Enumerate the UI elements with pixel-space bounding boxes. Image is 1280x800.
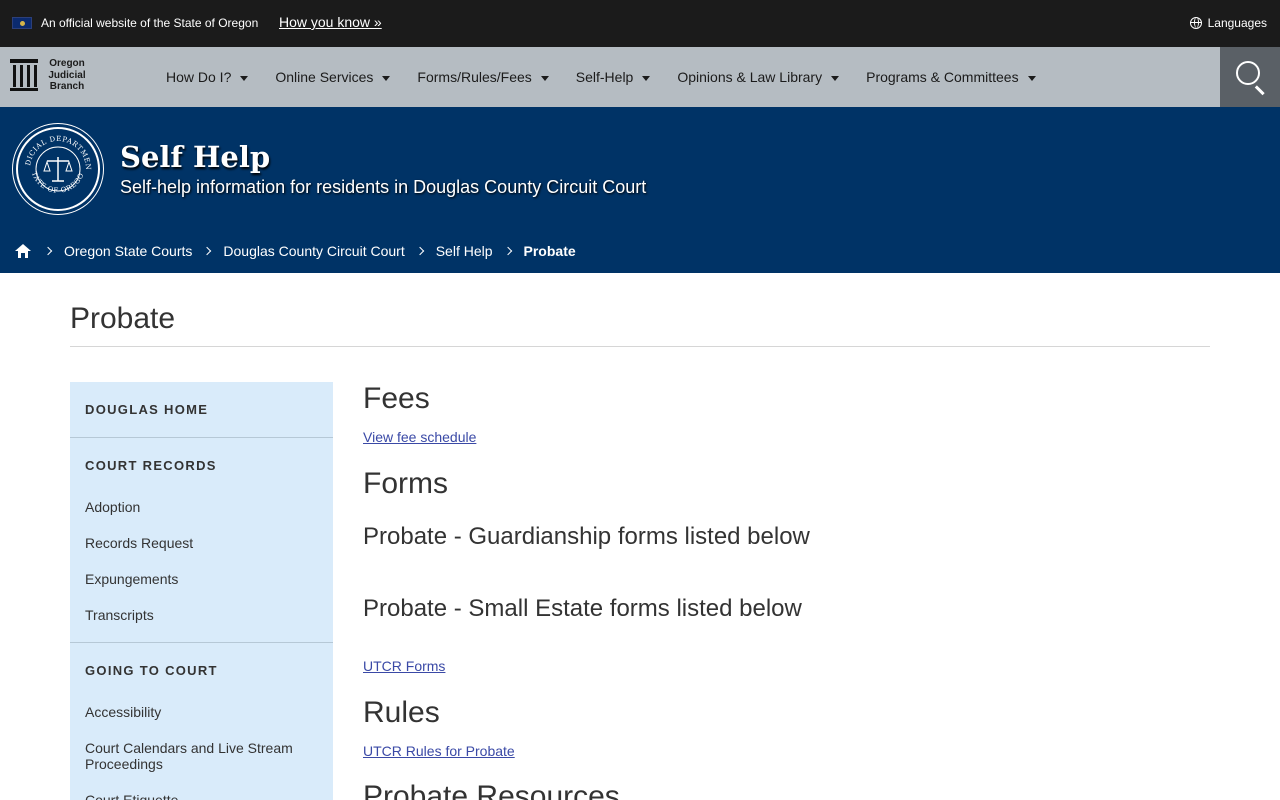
sidebar-item-expungements[interactable]: Expungements (70, 571, 333, 587)
sidebar-item-adoption[interactable]: Adoption (70, 499, 333, 515)
languages-button[interactable]: Languages (1189, 16, 1267, 30)
hero-title: Self Help (120, 140, 271, 174)
rules-heading: Rules (363, 696, 440, 729)
breadcrumb-self-help[interactable]: Self Help (436, 243, 493, 259)
chevron-right-icon (43, 246, 53, 256)
site-logo-text[interactable]: Oregon Judicial Branch (45, 58, 89, 93)
page-title: Probate (70, 302, 176, 335)
oregon-flag-icon (12, 17, 32, 29)
sidebar-item-accessibility[interactable]: Accessibility (70, 704, 333, 720)
fee-schedule-link[interactable]: View fee schedule (363, 429, 476, 445)
utcr-rules-probate-link[interactable]: UTCR Rules for Probate (363, 743, 515, 759)
judicial-seal-icon: JUDICIAL DEPARTMENT STATE OF OREGON (16, 127, 100, 211)
chevron-right-icon (203, 246, 212, 256)
how-you-know-link[interactable]: How you know » (279, 14, 382, 30)
breadcrumb-current: Probate (523, 243, 576, 259)
official-banner: An official website of the State of Oreg… (0, 0, 1280, 47)
page-hero: JUDICIAL DEPARTMENT STATE OF OREGON Self… (0, 107, 1280, 273)
nav-item-forms-rules-fees[interactable]: Forms/Rules/Fees (417, 69, 549, 85)
forms-heading: Forms (363, 467, 448, 500)
sidebar-heading-court-records[interactable]: COURT RECORDS (70, 458, 333, 473)
caret-down-icon (240, 76, 249, 81)
probate-resources-heading: Probate Resources (363, 780, 620, 800)
sidebar-item-records-request[interactable]: Records Request (70, 535, 333, 551)
nav-item-opinions-law-library[interactable]: Opinions & Law Library (677, 69, 840, 85)
sidebar-heading-going-to-court[interactable]: GOING TO COURT (70, 663, 333, 678)
breadcrumb: Oregon State Courts Douglas County Circu… (15, 243, 588, 259)
search-icon (1236, 61, 1260, 85)
caret-down-icon (382, 76, 391, 81)
globe-icon (1189, 17, 1202, 29)
breadcrumb-oregon-state-courts[interactable]: Oregon State Courts (64, 243, 192, 259)
title-divider (70, 346, 1210, 347)
sidebar-item-transcripts[interactable]: Transcripts (70, 607, 333, 623)
chevron-right-icon (503, 246, 512, 256)
main-navigation: Oregon Judicial Branch How Do I? Online … (0, 47, 1280, 107)
search-button[interactable] (1220, 47, 1280, 107)
sidebar-section-douglas-home: DOUGLAS HOME (70, 382, 333, 438)
fees-heading: Fees (363, 382, 430, 415)
caret-down-icon (831, 76, 840, 81)
utcr-forms-link[interactable]: UTCR Forms (363, 658, 445, 674)
chevron-right-icon (415, 246, 424, 256)
sidebar-section-court-records: COURT RECORDS Adoption Records Request E… (70, 438, 333, 643)
breadcrumb-douglas-county[interactable]: Douglas County Circuit Court (223, 243, 404, 259)
nav-menu: How Do I? Online Services Forms/Rules/Fe… (166, 47, 1063, 107)
nav-item-online-services[interactable]: Online Services (275, 69, 391, 85)
hero-subtitle: Self-help information for residents in D… (120, 177, 647, 197)
sidebar-section-going-to-court: GOING TO COURT Accessibility Court Calen… (70, 643, 333, 800)
sidebar: DOUGLAS HOME COURT RECORDS Adoption Reco… (70, 382, 333, 800)
small-estate-forms-heading: Probate - Small Estate forms listed belo… (363, 595, 802, 622)
caret-down-icon (642, 76, 651, 81)
caret-down-icon (540, 76, 549, 81)
svg-text:JUDICIAL DEPARTMENT: JUDICIAL DEPARTMENT (18, 129, 92, 171)
caret-down-icon (1027, 76, 1036, 81)
guardianship-forms-heading: Probate - Guardianship forms listed belo… (363, 523, 810, 550)
courthouse-logo-icon[interactable] (10, 59, 40, 91)
sidebar-item-court-etiquette[interactable]: Court Etiquette (70, 792, 333, 800)
home-icon[interactable] (15, 244, 31, 258)
nav-item-self-help[interactable]: Self-Help (576, 69, 651, 85)
sidebar-heading-douglas-home[interactable]: DOUGLAS HOME (70, 402, 333, 417)
nav-item-programs-committees[interactable]: Programs & Committees (866, 69, 1036, 85)
languages-label: Languages (1207, 16, 1267, 30)
sidebar-item-court-calendars[interactable]: Court Calendars and Live Stream Proceedi… (70, 740, 310, 772)
official-website-text: An official website of the State of Oreg… (41, 16, 259, 30)
nav-item-how-do-i[interactable]: How Do I? (166, 69, 249, 85)
